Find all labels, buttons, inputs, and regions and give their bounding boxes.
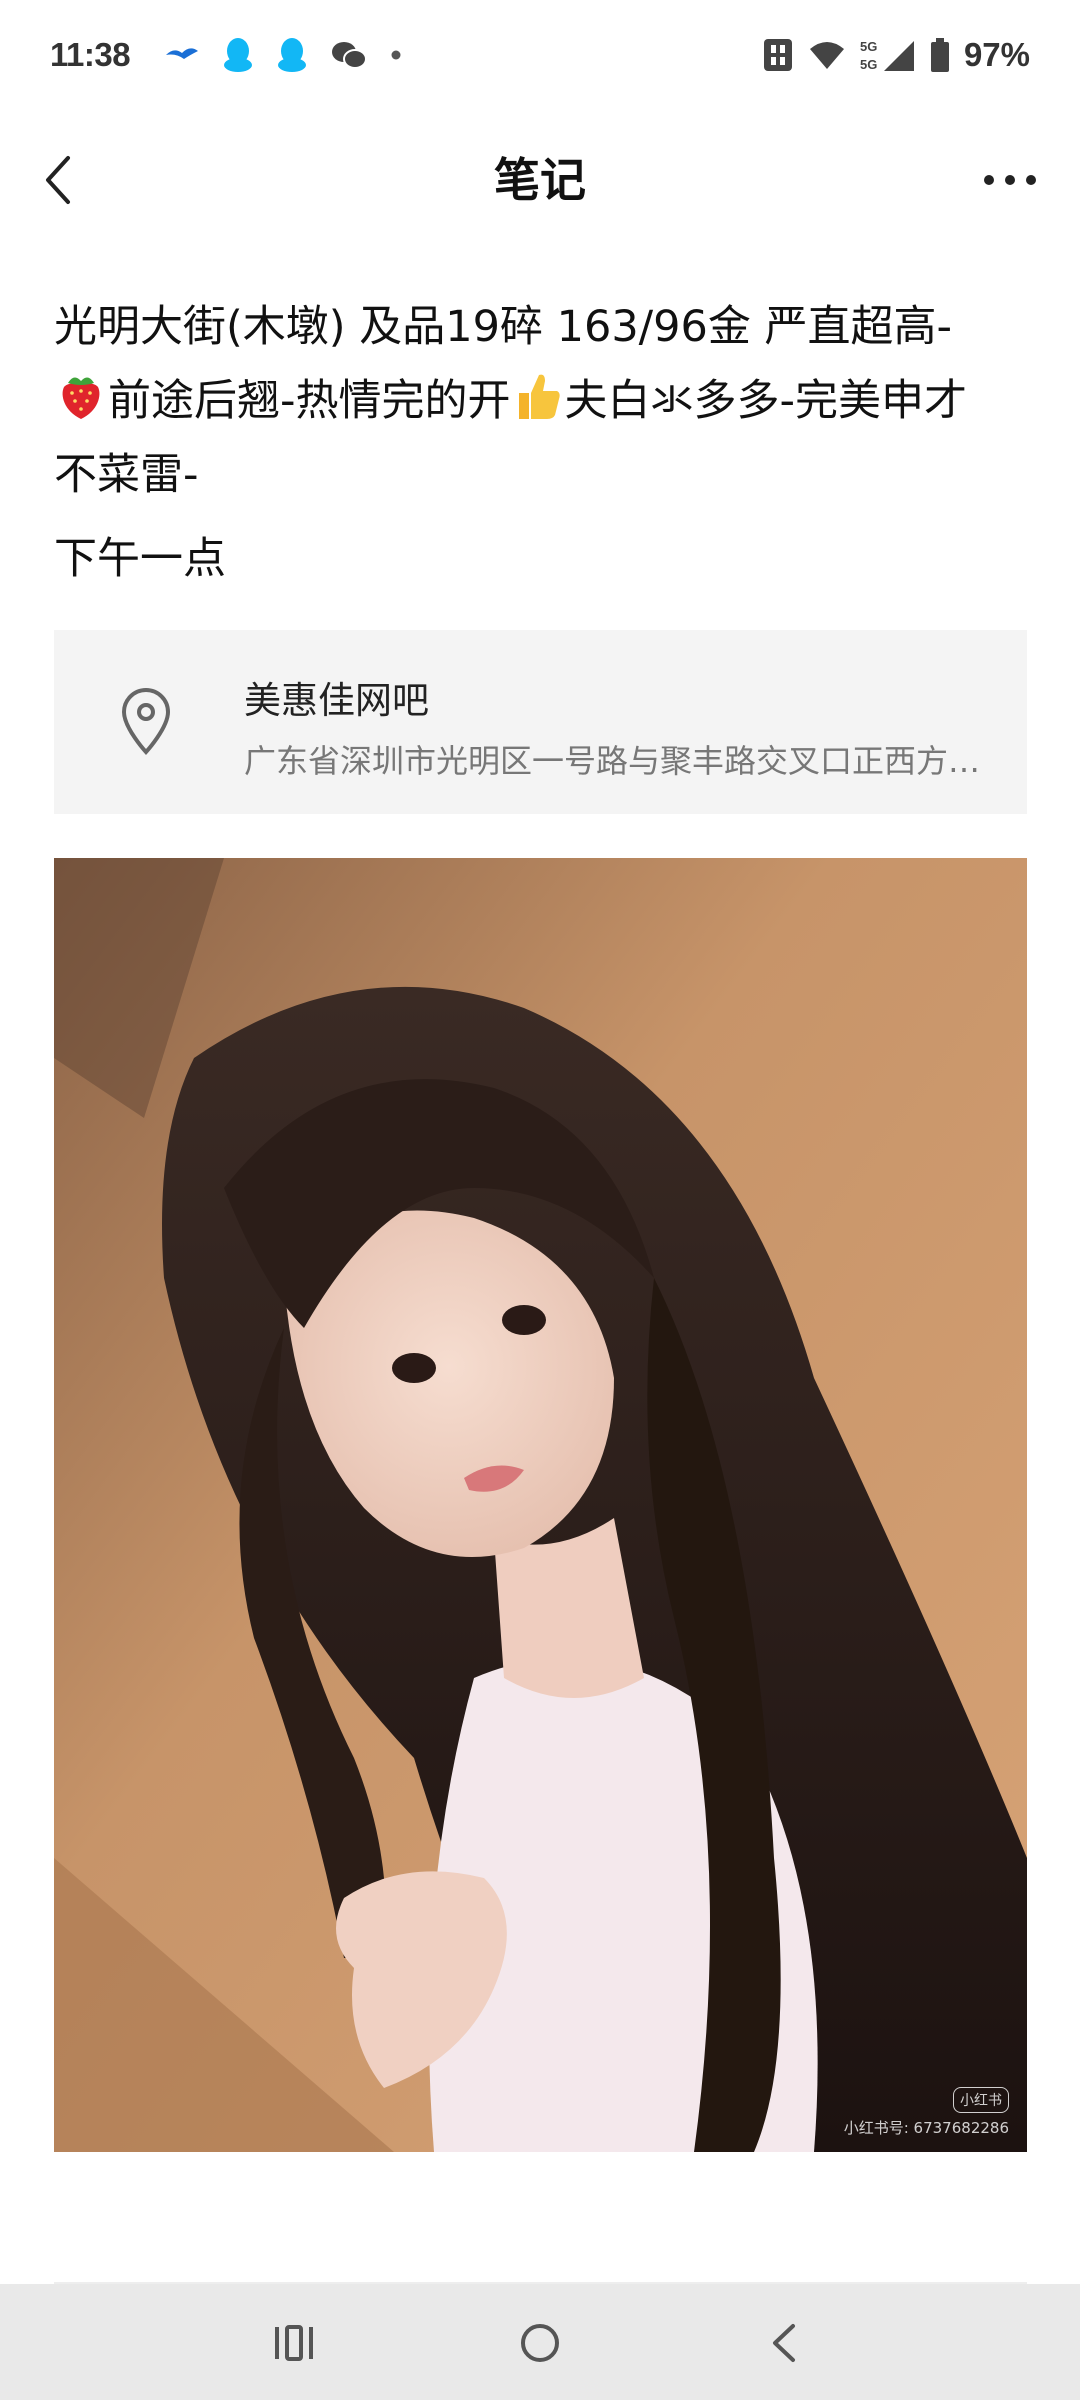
- status-time: 11:38: [50, 36, 131, 73]
- post-line-1: 光明大街(木墩) 及品19碎 163/96金 严直超高-: [54, 302, 953, 352]
- cellular-signal-icon: 5G 5G: [860, 39, 914, 72]
- back-button[interactable]: [26, 148, 90, 212]
- svg-text:5G: 5G: [860, 39, 877, 54]
- portrait-image: [54, 858, 1027, 2152]
- location-card[interactable]: 美惠佳网吧 广东省深圳市光明区一号路与聚丰路交叉口正西方…: [54, 630, 1027, 814]
- chevron-left-icon: [46, 156, 70, 204]
- post-line-3: 不菜雷-: [54, 450, 199, 500]
- battery-icon: [930, 38, 949, 72]
- more-horizontal-icon: [984, 175, 1036, 185]
- post-time-text: 下午一点: [54, 534, 226, 584]
- back-arrow-icon: [773, 2324, 795, 2362]
- page-title: 笔记: [494, 153, 586, 207]
- post-photo[interactable]: 小红书 小红书号: 6737682286: [54, 858, 1027, 2152]
- nfc-icon: [763, 39, 792, 71]
- photo-watermark: 小红书 小红书号: 6737682286: [844, 2087, 1009, 2138]
- post-body: 光明大街(木墩) 及品19碎 163/96金 严直超高- 前途后翘-热情完的开 …: [54, 290, 1034, 512]
- location-pin-icon: [121, 688, 171, 755]
- wechat-icon: [332, 42, 368, 69]
- qq-icon: [224, 38, 253, 72]
- bird-notification-icon: [166, 48, 199, 59]
- post-content: 光明大街(木墩) 及品19碎 163/96金 严直超高- 前途后翘-热情完的开 …: [54, 290, 1034, 596]
- qq-icon-2: [278, 38, 307, 72]
- notification-icons: [164, 37, 402, 73]
- more-options-button[interactable]: [970, 148, 1050, 212]
- thumbs-up-emoji-icon: [518, 374, 560, 419]
- watermark-badge: 小红书: [953, 2087, 1009, 2113]
- system-navigation-bar: [0, 2284, 1080, 2400]
- wifi-icon: [809, 42, 844, 69]
- location-address: 广东省深圳市光明区一号路与聚丰路交叉口正西方…: [244, 742, 981, 780]
- system-back-button[interactable]: [744, 2308, 824, 2378]
- recent-apps-icon: [275, 2325, 313, 2361]
- post-line-2b: 夫白氺多多-完美申才: [564, 376, 968, 426]
- recent-apps-button[interactable]: [254, 2308, 334, 2378]
- battery-percent: 97%: [963, 36, 1030, 73]
- home-circle-icon: [521, 2324, 559, 2362]
- home-button[interactable]: [500, 2308, 580, 2378]
- post-line-2a: 前途后翘-热情完的开: [108, 376, 511, 426]
- location-name: 美惠佳网吧: [244, 679, 429, 722]
- svg-text:5G: 5G: [860, 57, 877, 72]
- top-nav-bar: 笔记: [0, 128, 1080, 232]
- status-bar: 11:38 5G 5G 97%: [0, 0, 1080, 110]
- watermark-id: 小红书号: 6737682286: [843, 2119, 1009, 2137]
- status-right: 5G 5G 97%: [762, 36, 1030, 74]
- more-notifications-dot-icon: [391, 50, 401, 60]
- strawberry-emoji-icon: [62, 377, 100, 419]
